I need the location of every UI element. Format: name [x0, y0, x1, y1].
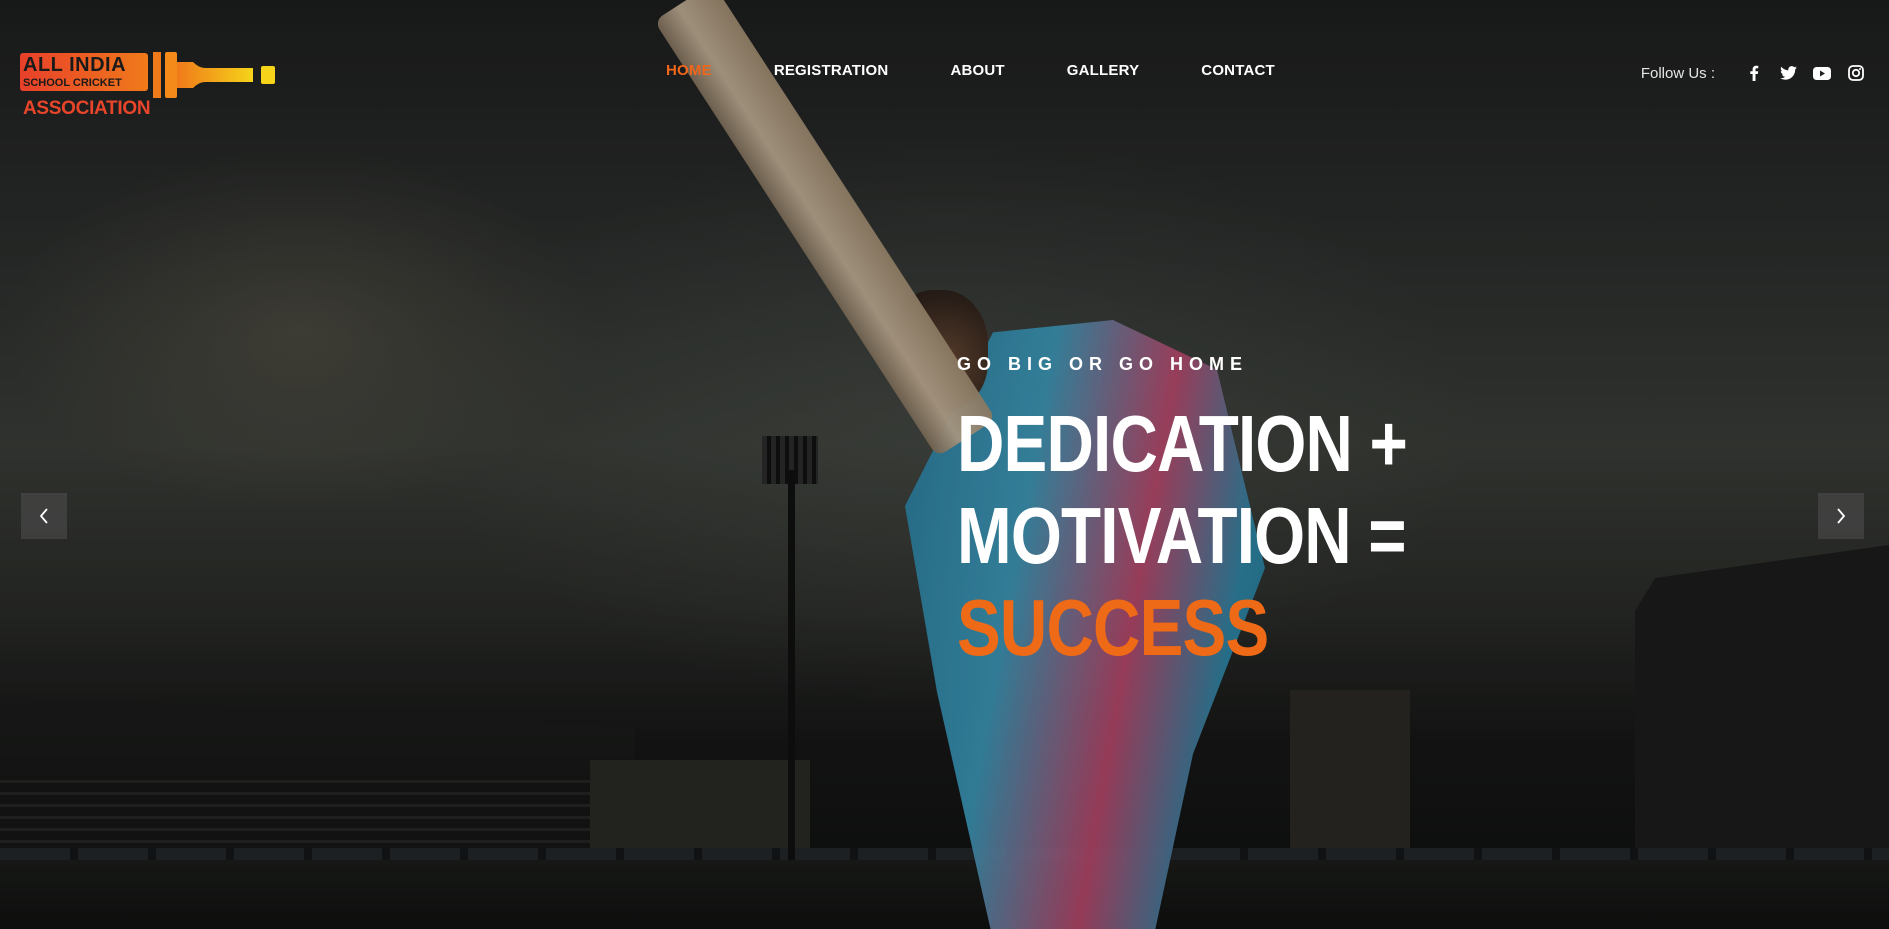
instagram-icon[interactable] — [1847, 64, 1865, 82]
nav-item-gallery[interactable]: GALLERY — [1067, 62, 1140, 82]
logo-text-line3: ASSOCIATION — [23, 98, 151, 119]
nav-item-contact[interactable]: CONTACT — [1201, 62, 1275, 82]
logo-text-line1: ALL INDIA — [23, 54, 127, 76]
slider-prev-button[interactable] — [21, 493, 67, 539]
main-nav: HOME REGISTRATION ABOUT GALLERY CONTACT — [666, 62, 1337, 82]
hero-slider: ALL INDIA SCHOOL CRICKET ASSOCIATION HOM… — [0, 0, 1889, 929]
youtube-icon[interactable] — [1813, 64, 1831, 82]
hero-headline: DEDICATION + MOTIVATION = SUCCESS — [957, 398, 1408, 674]
facebook-icon[interactable] — [1745, 64, 1763, 82]
nav-item-about[interactable]: ABOUT — [950, 62, 1004, 82]
chevron-left-icon — [39, 508, 48, 524]
logo-text-line2: SCHOOL CRICKET — [23, 77, 122, 89]
bat-logo-icon — [153, 52, 275, 98]
follow-us-label: Follow Us : — [1640, 64, 1715, 82]
nav-item-home[interactable]: HOME — [666, 62, 712, 82]
chevron-right-icon — [1837, 508, 1846, 524]
social-links: Follow Us : — [1641, 62, 1865, 84]
site-logo[interactable]: ALL INDIA SCHOOL CRICKET ASSOCIATION — [20, 50, 285, 122]
twitter-icon[interactable] — [1779, 64, 1797, 82]
headline-line3: SUCCESS — [957, 583, 1269, 672]
hero-tagline: GO BIG OR GO HOME — [957, 354, 1249, 374]
headline-line1: DEDICATION + — [957, 399, 1408, 488]
overlay-shade — [0, 0, 1889, 929]
slider-next-button[interactable] — [1818, 493, 1864, 539]
headline-line2: MOTIVATION = — [957, 491, 1407, 580]
site-header: ALL INDIA SCHOOL CRICKET ASSOCIATION HOM… — [0, 0, 1889, 120]
nav-item-registration[interactable]: REGISTRATION — [774, 62, 889, 82]
